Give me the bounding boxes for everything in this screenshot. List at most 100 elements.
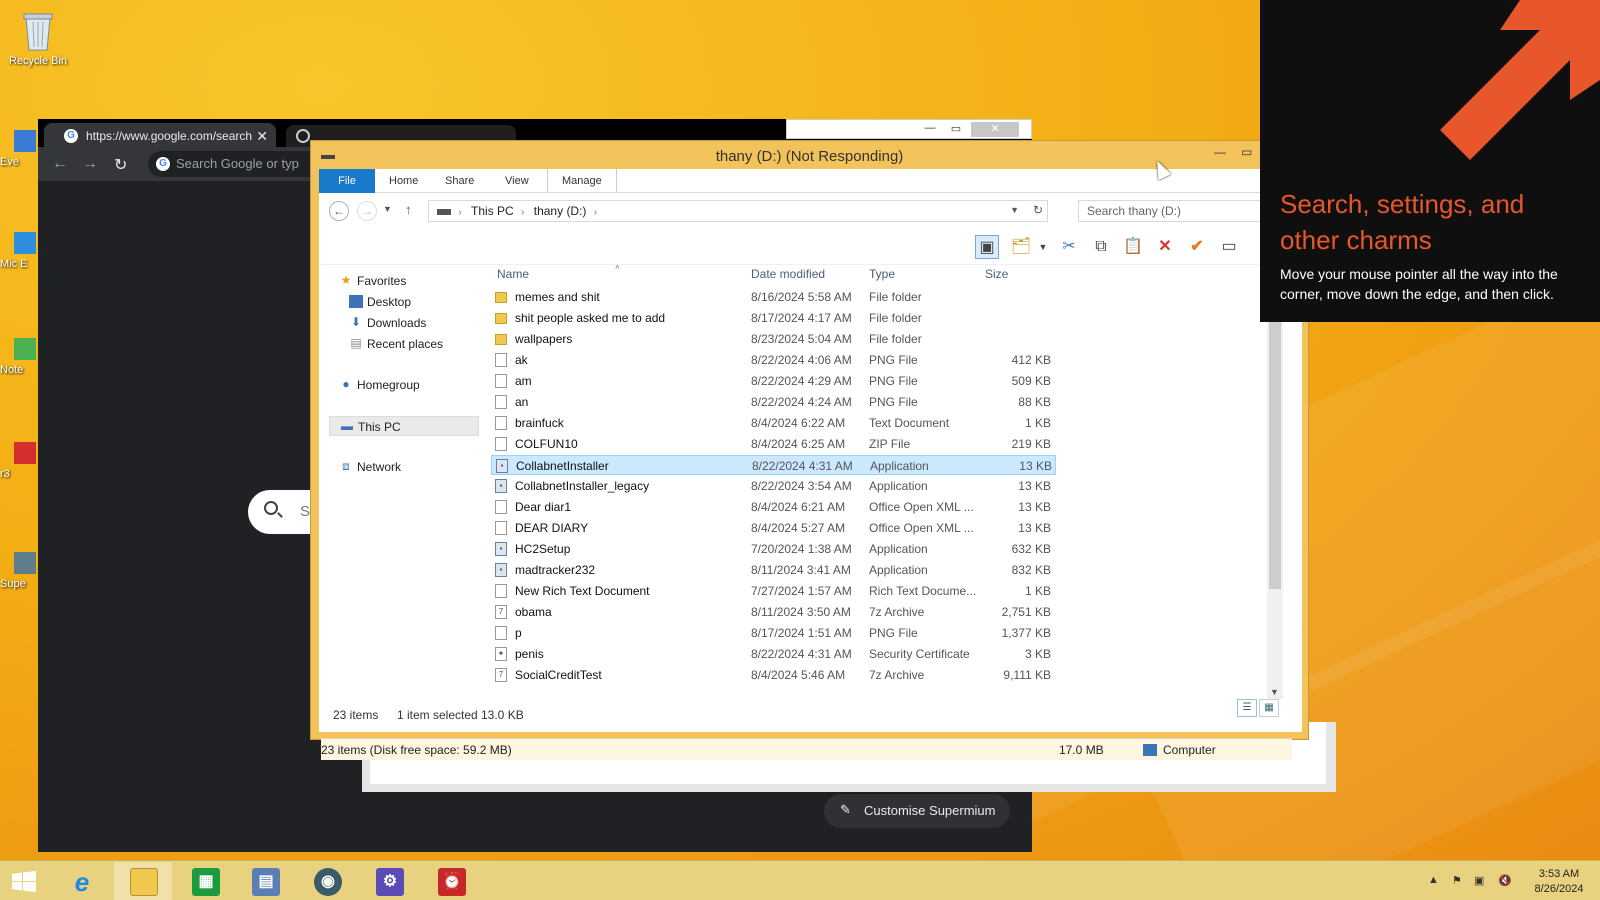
check-icon[interactable]: ✔ bbox=[1185, 235, 1209, 259]
nav-downloads[interactable]: ⬇ Downloads bbox=[329, 313, 479, 333]
taskbar-file-explorer[interactable] bbox=[114, 862, 172, 900]
details-view-icon[interactable]: ☰ bbox=[1237, 699, 1257, 717]
nav-favorites[interactable]: ★ Favorites bbox=[329, 271, 479, 291]
address-row: ← → ▼ ↑ › This PC › thany (D:) › ▼ ↻ Sea… bbox=[319, 194, 1302, 228]
column-header-date[interactable]: Date modified bbox=[751, 267, 825, 281]
volume-muted-icon[interactable]: 🔇 bbox=[1498, 874, 1512, 887]
forward-arrow-icon[interactable]: → bbox=[82, 155, 98, 173]
network-icon: ⧈ bbox=[342, 459, 350, 473]
show-hidden-icons-icon[interactable]: ▲ bbox=[1428, 874, 1439, 886]
file-row[interactable]: New Rich Text Document 7/27/2024 1:57 AM R… bbox=[491, 581, 1056, 601]
preview-pane-icon[interactable]: ▣ bbox=[975, 235, 999, 259]
desktop-icon-partial[interactable]: Mic E bbox=[0, 232, 36, 270]
recent-locations-icon[interactable]: ▼ bbox=[383, 204, 392, 214]
browser-tab-active[interactable]: G https://www.google.com/search ✕ bbox=[44, 123, 276, 148]
up-arrow-icon[interactable]: ↑ bbox=[405, 202, 412, 217]
file-row[interactable]: ▪ CollabnetInstaller_legacy 8/22/2024 3:54… bbox=[491, 476, 1056, 496]
file-row[interactable]: memes and shit 8/16/2024 5:58 AM File fold… bbox=[491, 287, 1056, 307]
action-center-flag-icon[interactable]: ⚑ bbox=[1452, 874, 1462, 887]
file-row[interactable]: ✦ penis 8/22/2024 4:31 AM Security Certific… bbox=[491, 644, 1056, 664]
minimize-icon[interactable]: — bbox=[1214, 145, 1226, 159]
delete-icon[interactable]: ✕ bbox=[1153, 235, 1177, 259]
properties-icon[interactable]: 🗂 bbox=[1009, 235, 1033, 259]
file-row[interactable]: brainfuck 8/4/2024 6:22 AM Text Document 1 … bbox=[491, 413, 1056, 433]
file-name: CollabnetInstaller bbox=[516, 459, 609, 473]
file-row[interactable]: ak 8/22/2024 4:06 AM PNG File 412 KB bbox=[491, 350, 1056, 370]
file-row[interactable]: DEAR DIARY 8/4/2024 5:27 AM Office Open XM… bbox=[491, 518, 1056, 538]
search-placeholder: Search thany (D:) bbox=[1087, 204, 1182, 218]
file-row[interactable]: ▪ CollabnetInstaller 8/22/2024 4:31 AM Appl… bbox=[491, 455, 1056, 475]
nav-recent-places[interactable]: ▤ Recent places bbox=[329, 334, 479, 354]
details-status-bar: 23 items (Disk free space: 59.2 MB) 17.0… bbox=[321, 738, 1292, 760]
reload-icon[interactable]: ↻ bbox=[114, 155, 127, 175]
desktop-icon-partial[interactable]: Eve bbox=[0, 130, 36, 168]
tab-home[interactable]: Home bbox=[389, 175, 418, 187]
file-row[interactable]: 7 obama 8/11/2024 3:50 AM 7z Archive 2,751 K… bbox=[491, 602, 1056, 622]
file-row[interactable]: shit people asked me to add 8/17/2024 4:1… bbox=[491, 308, 1056, 328]
taskbar-alarms[interactable]: ⏰ bbox=[422, 862, 480, 900]
tab-file[interactable]: File bbox=[319, 169, 375, 193]
cert-icon: ✦ bbox=[495, 647, 507, 661]
taskbar-browser[interactable]: ◉ bbox=[298, 862, 356, 900]
file-row[interactable]: an 8/22/2024 4:24 AM PNG File 88 KB bbox=[491, 392, 1056, 412]
nav-desktop[interactable]: Desktop bbox=[329, 292, 479, 312]
file-row[interactable]: COLFUN10 8/4/2024 6:25 AM ZIP File 219 KB bbox=[491, 434, 1056, 454]
desktop-icon-partial[interactable]: Note bbox=[0, 338, 36, 376]
vertical-scrollbar[interactable]: ▼ bbox=[1267, 319, 1283, 699]
file-row[interactable]: Dear diar1 8/4/2024 6:21 AM Office Open XM… bbox=[491, 497, 1056, 517]
copy-icon[interactable]: ⧉ bbox=[1089, 235, 1113, 259]
computer-icon: ▬ bbox=[341, 419, 353, 433]
column-header-size[interactable]: Size bbox=[985, 267, 1008, 281]
taskbar-store[interactable]: ▦ bbox=[176, 862, 234, 900]
tab-share[interactable]: Share bbox=[445, 175, 474, 187]
taskbar-internet-explorer[interactable]: e bbox=[52, 862, 110, 900]
file-row[interactable]: ▪ HC2Setup 7/20/2024 1:38 AM Application 632… bbox=[491, 539, 1056, 559]
tab-view[interactable]: View bbox=[505, 175, 529, 187]
network-tray-icon[interactable]: ▣ bbox=[1474, 874, 1484, 887]
refresh-icon[interactable]: ↻ bbox=[1033, 203, 1043, 217]
start-button[interactable] bbox=[0, 862, 58, 900]
rename-icon[interactable]: ▭ bbox=[1217, 235, 1241, 259]
browser-icon: ◉ bbox=[314, 868, 342, 896]
column-header-name[interactable]: Name bbox=[497, 267, 529, 281]
nav-homegroup[interactable]: ● Homegroup bbox=[329, 375, 479, 395]
maximize-icon[interactable]: ▭ bbox=[1241, 145, 1252, 159]
maximize-icon[interactable]: ▭ bbox=[943, 122, 969, 137]
cut-icon[interactable]: ✂ bbox=[1057, 235, 1081, 259]
nav-network[interactable]: ⧈ Network bbox=[329, 457, 479, 477]
desktop-icon-recycle-bin[interactable]: Recycle Bin bbox=[3, 8, 73, 67]
chevron-down-icon[interactable]: ▼ bbox=[1031, 235, 1055, 259]
close-tab-icon[interactable]: ✕ bbox=[256, 128, 268, 145]
minimize-icon[interactable]: — bbox=[917, 122, 943, 137]
address-bar[interactable]: › This PC › thany (D:) › ▼ ↻ bbox=[428, 200, 1048, 222]
desktop-icon-partial[interactable]: r3 bbox=[0, 442, 36, 480]
column-header-type[interactable]: Type bbox=[869, 267, 895, 281]
large-icons-view-icon[interactable]: ▦ bbox=[1259, 699, 1279, 717]
taskbar-settings[interactable]: ⚙ bbox=[360, 862, 418, 900]
nav-this-pc[interactable]: ▬ This PC bbox=[329, 416, 479, 436]
scrollbar-thumb[interactable] bbox=[1269, 319, 1281, 589]
file-row[interactable]: p 8/17/2024 1:51 AM PNG File 1,377 KB bbox=[491, 623, 1056, 643]
back-arrow-icon[interactable]: ← bbox=[52, 155, 68, 173]
desktop-icon-partial[interactable]: Supe bbox=[0, 552, 36, 590]
tab-manage[interactable]: Manage bbox=[547, 169, 617, 193]
file-row[interactable]: wallpapers 8/23/2024 5:04 AM File folder bbox=[491, 329, 1056, 349]
taskbar-control-panel[interactable]: ▤ bbox=[236, 862, 294, 900]
system-clock[interactable]: 3:53 AM 8/26/2024 bbox=[1524, 867, 1594, 897]
back-arrow-icon[interactable]: ← bbox=[329, 201, 349, 221]
scroll-down-icon[interactable]: ▼ bbox=[1270, 687, 1279, 697]
paste-icon[interactable]: 📋 bbox=[1121, 235, 1145, 259]
google-search-box[interactable]: S bbox=[248, 490, 318, 534]
archive-icon: 7 bbox=[495, 668, 507, 682]
customise-button[interactable]: ✎ Customise Supermium bbox=[824, 794, 1010, 828]
chevron-down-icon[interactable]: ▼ bbox=[1010, 205, 1019, 215]
breadcrumb-drive[interactable]: thany (D:) bbox=[534, 204, 587, 218]
breadcrumb-this-pc[interactable]: This PC bbox=[471, 204, 514, 218]
file-row[interactable]: am 8/22/2024 4:29 AM PNG File 509 KB bbox=[491, 371, 1056, 391]
file-size: 13 KB bbox=[1018, 521, 1051, 535]
close-icon[interactable]: ✕ bbox=[971, 122, 1019, 137]
forward-arrow-icon[interactable]: → bbox=[357, 201, 377, 221]
file-row[interactable]: 7 SocialCreditTest 8/4/2024 5:46 AM 7z Arch… bbox=[491, 665, 1056, 685]
file-row[interactable]: ▪ madtracker232 8/11/2024 3:41 AM Applicati… bbox=[491, 560, 1056, 580]
file-type: Rich Text Docume... bbox=[869, 584, 977, 598]
